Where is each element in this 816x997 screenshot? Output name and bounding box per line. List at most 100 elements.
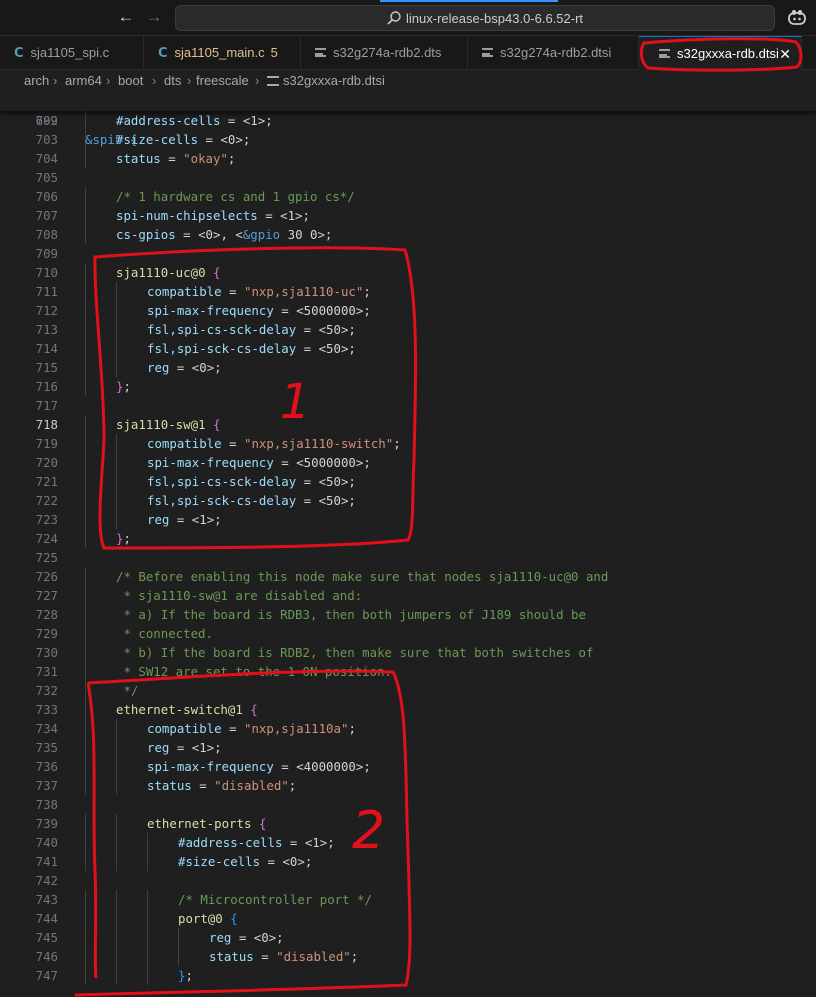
code-text: status = "disabled"; xyxy=(147,778,297,793)
indent-guide xyxy=(85,700,86,719)
breadcrumb-item[interactable]: arch xyxy=(24,70,49,92)
line-number: 709 xyxy=(35,246,58,261)
code-line: 709 xyxy=(0,244,816,263)
line-number: 725 xyxy=(35,550,58,565)
code-text: reg = <0>; xyxy=(147,360,222,375)
code-line: 733 ethernet-switch@1 { xyxy=(0,700,816,719)
code-text: * a) If the board is RDB3, then both jum… xyxy=(116,607,586,622)
code-text: */ xyxy=(116,683,139,698)
code-text: #address-cells = <1>; xyxy=(116,113,273,128)
line-number: 733 xyxy=(35,702,58,717)
indent-guide xyxy=(85,662,86,681)
code-line: 727 * sja1110-sw@1 are disabled and: xyxy=(0,586,816,605)
chevron-right-icon: › xyxy=(106,73,111,88)
code-text: port@0 { xyxy=(178,911,238,926)
code-line: 721 fsl,spi-cs-sck-delay = <50>; xyxy=(0,472,816,491)
breadcrumb-item[interactable]: freescale xyxy=(196,70,249,92)
indent-guide xyxy=(85,643,86,662)
indent-guide xyxy=(116,928,117,947)
line-number: 712 xyxy=(35,303,58,318)
active-indicator xyxy=(380,0,558,2)
c-file-icon: C xyxy=(14,46,24,61)
indent-guide xyxy=(116,453,117,472)
line-number: 722 xyxy=(35,493,58,508)
indent-guide xyxy=(116,947,117,966)
breadcrumb-item[interactable]: boot xyxy=(118,70,143,92)
code-text: /* Microcontroller port */ xyxy=(178,892,372,907)
line-number: 738 xyxy=(35,797,58,812)
indent-guide xyxy=(85,814,86,833)
lines-file-icon xyxy=(482,48,493,57)
indent-guide xyxy=(85,149,86,168)
command-center-search[interactable]: linux-release-bsp43.0-6.6.52-rt xyxy=(175,5,775,31)
line-number: 728 xyxy=(35,607,58,622)
code-text: }; xyxy=(116,379,131,394)
indent-guide xyxy=(147,852,148,871)
lines-file-icon xyxy=(315,48,326,57)
tab-s32g274a-rdb2-dts[interactable]: s32g274a-rdb2.dts xyxy=(301,36,468,70)
tab-s32gxxxa-rdb-dtsi[interactable]: s32gxxxa-rdb.dtsi ✕ xyxy=(639,36,802,70)
code-text: /* Before enabling this node make sure t… xyxy=(116,569,609,584)
indent-guide xyxy=(85,453,86,472)
indent-guide xyxy=(85,206,86,225)
code-editor[interactable]: 699 &spi5 { 702 #address-cells = <1>; 703 #… xyxy=(0,92,816,997)
indent-guide xyxy=(116,282,117,301)
line-number: 708 xyxy=(35,227,58,242)
indent-guide xyxy=(147,947,148,966)
arrow-left-icon[interactable]: ← xyxy=(115,6,137,28)
indent-guide xyxy=(85,301,86,320)
code-text: }; xyxy=(116,531,131,546)
tab-sja1105-spi[interactable]: Csja1105_spi.c xyxy=(0,36,144,70)
code-text: reg = <0>; xyxy=(209,930,284,945)
indent-guide xyxy=(85,605,86,624)
copilot-icon[interactable] xyxy=(787,8,807,28)
code-line: 713 fsl,spi-cs-sck-delay = <50>; xyxy=(0,320,816,339)
indent-guide xyxy=(85,434,86,453)
indent-guide xyxy=(85,966,86,985)
code-line: 707 spi-num-chipselects = <1>; xyxy=(0,206,816,225)
line-number: 723 xyxy=(35,512,58,527)
breadcrumb-item[interactable]: dts xyxy=(164,70,181,92)
code-line: 737 status = "disabled"; xyxy=(0,776,816,795)
close-icon[interactable]: ✕ xyxy=(779,37,791,71)
indent-guide xyxy=(85,719,86,738)
breadcrumb-item[interactable]: arm64 xyxy=(65,70,102,92)
code-text: spi-max-frequency = <5000000>; xyxy=(147,303,371,318)
line-number: 746 xyxy=(35,949,58,964)
indent-guide xyxy=(147,890,148,909)
code-line: 702 #address-cells = <1>; xyxy=(0,111,816,130)
indent-guide xyxy=(85,320,86,339)
indent-guide xyxy=(178,947,179,966)
line-number: 726 xyxy=(35,569,58,584)
tab-sja1105-main[interactable]: Csja1105_main.c 5 xyxy=(144,36,301,70)
line-number: 718 xyxy=(35,417,58,432)
breadcrumb: arch › arm64 › boot › dts › freescale › … xyxy=(0,70,816,92)
arrow-right-icon[interactable]: → xyxy=(143,6,165,28)
code-text: status = "disabled"; xyxy=(209,949,359,964)
code-text: cs-gpios = <0>, <&gpio 30 0>; xyxy=(116,227,333,242)
code-line: 730 * b) If the board is RDB2, then make… xyxy=(0,643,816,662)
indent-guide xyxy=(116,852,117,871)
breadcrumb-item[interactable]: s32gxxxa-rdb.dtsi xyxy=(283,70,385,92)
indent-guide xyxy=(85,586,86,605)
search-icon xyxy=(387,11,401,25)
line-number: 720 xyxy=(35,455,58,470)
line-number: 724 xyxy=(35,531,58,546)
code-line: 704 status = "okay"; xyxy=(0,149,816,168)
indent-guide xyxy=(147,833,148,852)
code-text: spi-max-frequency = <5000000>; xyxy=(147,455,371,470)
indent-guide xyxy=(147,928,148,947)
indent-guide xyxy=(116,890,117,909)
code-line: 699 &spi5 { xyxy=(0,92,816,147)
c-file-icon: C xyxy=(158,46,168,61)
code-line: 746 status = "disabled"; xyxy=(0,947,816,966)
code-line: 719 compatible = "nxp,sja1110-switch"; xyxy=(0,434,816,453)
code-line: 741 #size-cells = <0>; xyxy=(0,852,816,871)
line-number: 729 xyxy=(35,626,58,641)
sticky-scroll-header[interactable]: 699 &spi5 { xyxy=(0,92,816,147)
indent-guide xyxy=(85,681,86,700)
tab-s32g274a-rdb2-dtsi[interactable]: s32g274a-rdb2.dtsi xyxy=(468,36,639,70)
code-line: 725 xyxy=(0,548,816,567)
tab-label: s32g274a-rdb2.dts xyxy=(333,45,442,60)
chevron-right-icon: › xyxy=(187,73,192,88)
